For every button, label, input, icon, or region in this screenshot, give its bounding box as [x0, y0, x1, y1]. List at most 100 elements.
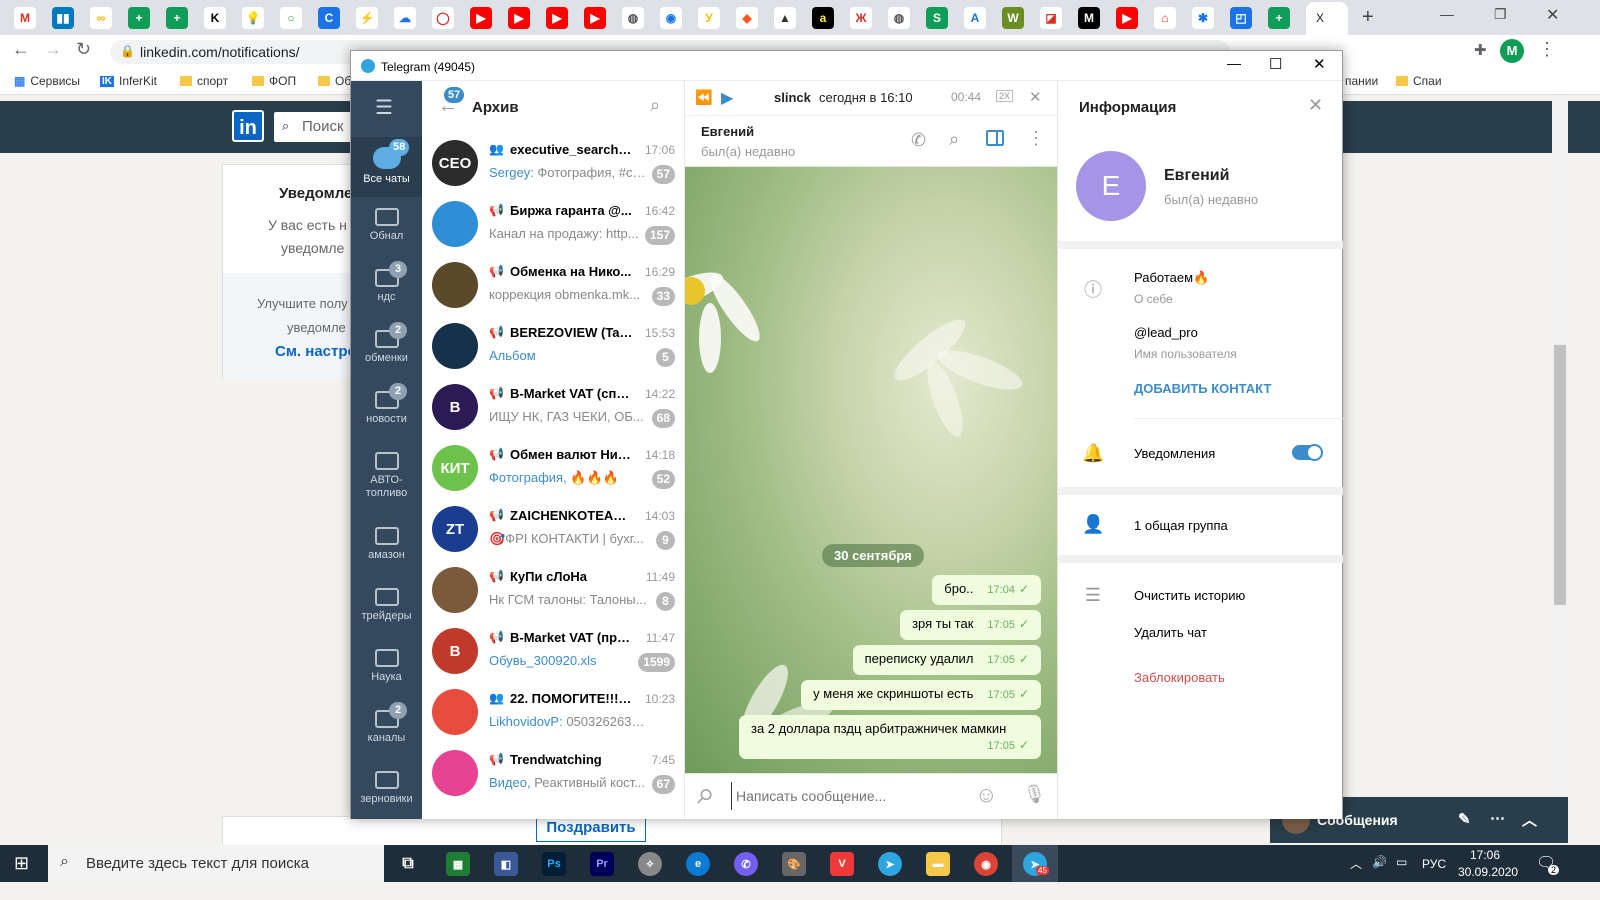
volume-icon[interactable]: 🔊 — [1372, 855, 1387, 869]
message-bubble[interactable]: за 2 доллара пздц арбитражничек мамкин 17… — [739, 715, 1041, 759]
tab-icon[interactable]: S — [926, 7, 948, 29]
tab-icon[interactable]: ◰ — [1230, 7, 1252, 29]
file-explorer-icon[interactable]: ▬ — [926, 852, 950, 876]
youtube-tab-icon[interactable]: ▶ — [508, 7, 530, 29]
bookmark-panii[interactable]: пании — [1345, 74, 1378, 88]
tab-icon[interactable]: Ж — [850, 7, 872, 29]
message-bubble[interactable]: у меня же скриншоты есть 17:05 ✓ — [801, 680, 1041, 710]
minimize-icon[interactable]: — — [1227, 55, 1241, 71]
telegram-icon[interactable]: ➤ — [878, 852, 902, 876]
tab-icon[interactable]: ☁ — [394, 7, 416, 29]
microphone-icon[interactable]: 🎙 — [1023, 784, 1046, 805]
folder-zernoviki[interactable]: зерновики — [351, 761, 422, 821]
chat-list-item[interactable]: 📢 Обменка на Нико... 16:29 коррекция obmenk… — [422, 255, 684, 316]
chat-list-item[interactable]: 📢 Биржа гаранта @... 16:42 Канал на продажу… — [422, 194, 684, 255]
common-groups-link[interactable]: 1 общая группа — [1134, 518, 1228, 533]
app-icon[interactable]: ⟡ — [638, 852, 662, 876]
message-bubble[interactable]: зря ты так 17:05 ✓ — [900, 610, 1041, 640]
restore-icon[interactable]: ❐ — [1494, 6, 1507, 23]
chat-list-item[interactable]: КИТ 📢 Обмен валют Ник... 14:18 Фотография, 🔥… — [422, 438, 684, 499]
minimize-icon[interactable]: — — [1440, 6, 1454, 22]
tab-icon[interactable]: C — [318, 7, 340, 29]
linkedin-logo[interactable]: in — [232, 110, 264, 142]
clock-time[interactable]: 17:06 — [1470, 848, 1500, 862]
folder-novosti[interactable]: 2 новости — [351, 381, 422, 441]
close-icon[interactable]: ✕ — [1308, 95, 1323, 116]
delete-chat-button[interactable]: Удалить чат — [1134, 625, 1207, 640]
chat-list-item[interactable]: B 📢 B-Market VAT (спрос) 14:22 ИЩУ НК, ГАЗ Ч… — [422, 377, 684, 438]
compose-icon[interactable]: ✎ — [1458, 810, 1471, 828]
hamburger-menu-icon[interactable]: ☰ — [375, 95, 393, 120]
tab-icon[interactable]: ∞ — [90, 7, 112, 29]
folder-traders[interactable]: трейдеры — [351, 578, 422, 638]
edge-icon[interactable]: e — [686, 852, 710, 876]
youtube-tab-icon[interactable]: ▶ — [546, 7, 568, 29]
folder-avto[interactable]: АВТО- топливо — [351, 442, 422, 512]
back-arrow-icon[interactable]: ← — [12, 39, 30, 60]
close-icon[interactable]: ✕ — [1029, 88, 1042, 106]
search-icon[interactable]: ⌕ — [949, 129, 959, 150]
sidebar-toggle-icon[interactable] — [986, 130, 1004, 146]
chevron-up-icon[interactable]: ︿ — [1350, 855, 1362, 872]
chat-list-item[interactable]: 👥 22. ПОМОГИТЕ!!!! ... 10:23 LikhovidovP: 0… — [422, 682, 684, 743]
active-tab[interactable]: X — [1306, 2, 1348, 35]
new-tab-icon[interactable]: + — [1362, 6, 1374, 29]
youtube-tab-icon[interactable]: ▶ — [470, 7, 492, 29]
chat-list-item[interactable]: 📢 BEREZOVIEW (Tara... 15:53 Альбом 5 — [422, 316, 684, 377]
contact-avatar[interactable]: Е — [1076, 151, 1146, 221]
close-icon[interactable]: ✕ — [1546, 5, 1559, 25]
chrome-icon[interactable]: ◉ — [974, 852, 998, 876]
folder-kanaly[interactable]: 2 каналы — [351, 700, 422, 760]
clear-history-button[interactable]: Очистить историю — [1134, 588, 1245, 603]
tab-icon[interactable]: a — [812, 7, 834, 29]
task-view-icon[interactable]: ⧉ — [396, 852, 420, 876]
menu-dots-icon[interactable]: ⋮ — [1538, 39, 1556, 60]
viber-icon[interactable]: ✆ — [734, 852, 758, 876]
folder-obmenki[interactable]: 2 обменки — [351, 320, 422, 380]
globe-tab-icon[interactable]: ◍ — [622, 7, 644, 29]
telegram-taskbar-active[interactable]: ➤ 45 — [1012, 845, 1058, 882]
chat-list-item[interactable]: 📢 КуПи сЛоНа 11:49 Нк ГСМ талоны: Талоны...… — [422, 560, 684, 621]
trello-tab-icon[interactable]: ▮▮ — [52, 7, 74, 29]
chat-list-item[interactable]: ZT 📢 ZAICHENKOTEAM.C... 14:03🎯ФРІ КОНТАКТИ … — [422, 499, 684, 560]
tab-icon[interactable]: ◆ — [736, 7, 758, 29]
tab-icon[interactable]: У — [698, 7, 720, 29]
bookmark-services[interactable]: ▦ Сервисы — [14, 74, 80, 88]
app-icon[interactable]: ◧ — [494, 852, 518, 876]
chat-list-item[interactable]: 📢 Trendwatching 7:45 Видео, Реактивный кост… — [422, 743, 684, 804]
folder-nauka[interactable]: Наука — [351, 639, 422, 699]
tab-icon[interactable]: A — [964, 7, 986, 29]
block-button[interactable]: Заблокировать — [1134, 670, 1225, 685]
youtube-tab-icon[interactable]: ▶ — [584, 7, 606, 29]
home-tab-icon[interactable]: ⌂ — [1154, 7, 1176, 29]
message-input[interactable] — [731, 782, 961, 810]
folder-amazon[interactable]: амазон — [351, 517, 422, 577]
bookmark-sport[interactable]: спорт — [180, 74, 228, 88]
folder-nds[interactable]: 3 ндс — [351, 259, 422, 319]
sheets-tab-icon[interactable]: + — [128, 7, 150, 29]
premiere-icon[interactable]: Pr — [590, 852, 614, 876]
settings-link[interactable]: См. настро — [275, 343, 357, 360]
vivaldi-icon[interactable]: V — [830, 852, 854, 876]
tab-icon[interactable]: ◉ — [660, 7, 682, 29]
sheets-tab-icon[interactable]: + — [166, 7, 188, 29]
sheets-tab-icon[interactable]: + — [1268, 7, 1290, 29]
notifications-toggle[interactable] — [1292, 444, 1323, 461]
page-scrollbar[interactable] — [1552, 95, 1568, 845]
message-bubble[interactable]: бро.. 17:04 ✓ — [932, 575, 1041, 605]
more-icon[interactable]: ⋯ — [1490, 809, 1505, 827]
photoshop-icon[interactable]: Ps — [542, 852, 566, 876]
message-bubble[interactable]: переписку удалил 17:05 ✓ — [852, 645, 1041, 675]
phone-icon[interactable]: ✆ — [911, 130, 926, 151]
taskbar-search[interactable]: ⌕ Введите здесь текст для поиска — [48, 845, 384, 882]
tab-icon[interactable]: ○ — [280, 7, 302, 29]
previous-track-icon[interactable]: ⏪ — [695, 89, 712, 106]
paint-icon[interactable]: 🎨 — [782, 852, 806, 876]
clock-date[interactable]: 30.09.2020 — [1458, 865, 1518, 879]
gmail-tab-icon[interactable]: M — [14, 7, 36, 29]
more-vertical-icon[interactable]: ⋮ — [1027, 128, 1045, 149]
bookmark-ob[interactable]: Об — [318, 74, 351, 88]
tab-icon[interactable]: ◯ — [432, 7, 454, 29]
search-icon[interactable]: ⌕ — [650, 95, 660, 116]
play-icon[interactable]: ▶ — [721, 88, 733, 108]
